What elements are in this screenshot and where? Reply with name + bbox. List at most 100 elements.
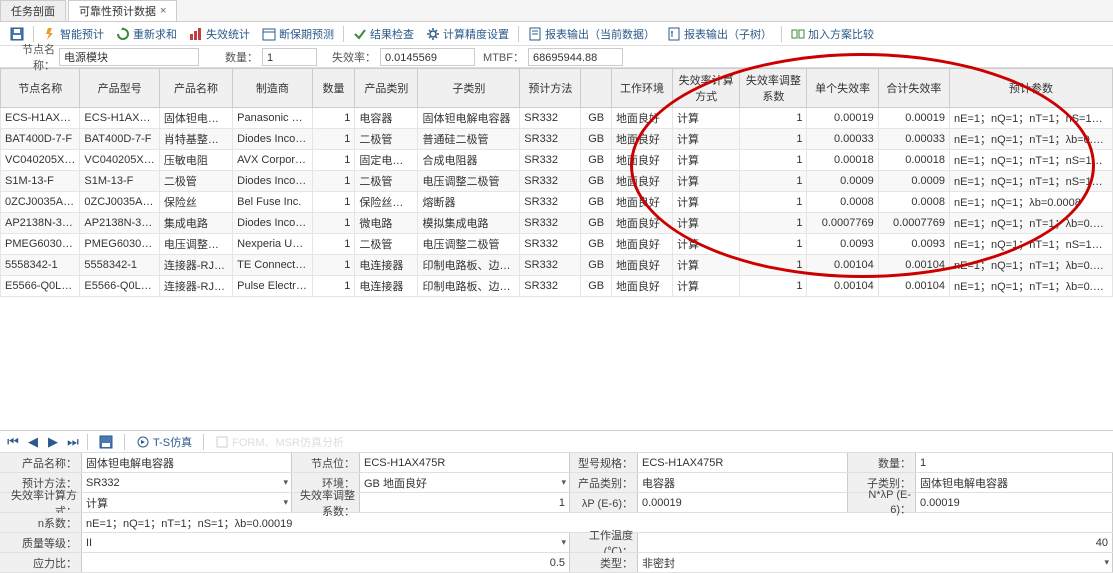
mtbf-value[interactable]: 68695944.88 bbox=[528, 48, 623, 66]
col-header[interactable]: 工作环境 bbox=[611, 69, 672, 108]
table-cell[interactable]: 电压调整二极管 bbox=[159, 234, 232, 255]
breakin-button[interactable]: 断保期预测 bbox=[257, 24, 339, 44]
col-header[interactable] bbox=[581, 69, 612, 108]
table-cell[interactable]: 地面良好 bbox=[611, 234, 672, 255]
col-header[interactable]: 制造商 bbox=[233, 69, 312, 108]
detail-save-button[interactable] bbox=[94, 433, 118, 451]
table-cell[interactable]: 计算 bbox=[673, 108, 740, 129]
table-cell[interactable]: Diodes Incorp… bbox=[233, 213, 312, 234]
table-cell[interactable]: 1 bbox=[740, 192, 807, 213]
table-cell[interactable]: 1 bbox=[740, 234, 807, 255]
table-row[interactable]: PMEG6030EVPXPMEG6030EVPX电压调整二极管Nexperia … bbox=[1, 234, 1113, 255]
table-cell[interactable]: 连接器-RJ45接口 bbox=[159, 255, 232, 276]
table-cell[interactable]: 肖特基整流二… bbox=[159, 129, 232, 150]
table-cell[interactable]: GB bbox=[581, 276, 612, 297]
table-cell[interactable]: 计算 bbox=[673, 150, 740, 171]
table-cell[interactable]: 0.0008 bbox=[878, 192, 949, 213]
table-cell[interactable]: 地面良好 bbox=[611, 213, 672, 234]
table-cell[interactable]: 1 bbox=[740, 108, 807, 129]
table-cell[interactable]: 1 bbox=[312, 234, 355, 255]
table-cell[interactable]: 普通硅二极管 bbox=[418, 129, 520, 150]
table-cell[interactable]: 0.00019 bbox=[807, 108, 878, 129]
nav-prev-button[interactable]: ◀ bbox=[25, 434, 41, 450]
table-cell[interactable]: 保险丝、避雷… bbox=[355, 192, 418, 213]
dqty-value[interactable]: 1 bbox=[916, 453, 1113, 472]
table-cell[interactable]: 地面良好 bbox=[611, 108, 672, 129]
table-cell[interactable]: 合成电阻器 bbox=[418, 150, 520, 171]
table-cell[interactable]: 计算 bbox=[673, 171, 740, 192]
table-cell[interactable]: 地面良好 bbox=[611, 276, 672, 297]
table-cell[interactable]: nE=1；nQ=1；nT=1；nS=1；λ… bbox=[950, 108, 1113, 129]
table-cell[interactable]: VC040205X15… bbox=[1, 150, 80, 171]
table-row[interactable]: S1M-13-FS1M-13-F二极管Diodes Incorp…1二极管电压调… bbox=[1, 171, 1113, 192]
table-cell[interactable]: 地面良好 bbox=[611, 255, 672, 276]
table-cell[interactable]: 计算 bbox=[673, 129, 740, 150]
table-cell[interactable]: ECS-H1AX475R bbox=[1, 108, 80, 129]
col-header[interactable]: 合计失效率 bbox=[878, 69, 949, 108]
table-cell[interactable]: GB bbox=[581, 171, 612, 192]
lp-value[interactable]: 0.00019 bbox=[638, 493, 848, 512]
table-cell[interactable]: E5566-Q0LK22-L bbox=[80, 276, 159, 297]
table-cell[interactable]: 0.00104 bbox=[807, 255, 878, 276]
table-cell[interactable]: GB bbox=[581, 213, 612, 234]
table-cell[interactable]: 集成电路 bbox=[159, 213, 232, 234]
table-cell[interactable]: AP2138N-3.3… bbox=[1, 213, 80, 234]
quality-value[interactable]: II bbox=[82, 533, 570, 552]
nfactor-value[interactable]: nE=1；nQ=1；nT=1；nS=1；λb=0.00019 bbox=[82, 513, 1113, 532]
table-cell[interactable]: PMEG6030EVPX bbox=[80, 234, 159, 255]
reporttree-button[interactable]: 报表输出（子树） bbox=[662, 24, 777, 44]
table-cell[interactable]: GB bbox=[581, 129, 612, 150]
table-cell[interactable]: 0.00104 bbox=[807, 276, 878, 297]
table-cell[interactable]: 1 bbox=[740, 150, 807, 171]
col-header[interactable]: 失效率调整系数 bbox=[740, 69, 807, 108]
table-cell[interactable]: 印制电路板、边连接器 bbox=[418, 276, 520, 297]
table-cell[interactable]: AVX Corporati… bbox=[233, 150, 312, 171]
table-cell[interactable]: 5558342-1 bbox=[1, 255, 80, 276]
table-cell[interactable]: E5566-Q0LK22-L bbox=[1, 276, 80, 297]
table-cell[interactable]: 1 bbox=[312, 276, 355, 297]
table-cell[interactable]: 1 bbox=[740, 213, 807, 234]
table-cell[interactable]: 0.0009 bbox=[807, 171, 878, 192]
table-cell[interactable]: 二极管 bbox=[355, 129, 418, 150]
table-row[interactable]: 5558342-15558342-1连接器-RJ45接口TE Connectiv… bbox=[1, 255, 1113, 276]
table-cell[interactable]: 0.00033 bbox=[807, 129, 878, 150]
table-cell[interactable]: 1 bbox=[312, 108, 355, 129]
table-cell[interactable]: SR332 bbox=[520, 171, 581, 192]
table-cell[interactable]: 电容器 bbox=[355, 108, 418, 129]
col-header[interactable]: 数量 bbox=[312, 69, 355, 108]
table-cell[interactable]: 0.0093 bbox=[878, 234, 949, 255]
table-cell[interactable]: 0.00033 bbox=[878, 129, 949, 150]
table-row[interactable]: VC040205X15…VC040205X15…压敏电阻AVX Corporat… bbox=[1, 150, 1113, 171]
table-cell[interactable]: 固体钽电解电容器 bbox=[418, 108, 520, 129]
table-cell[interactable]: GB bbox=[581, 108, 612, 129]
reportcur-button[interactable]: 报表输出（当前数据） bbox=[523, 24, 660, 44]
table-cell[interactable]: 保险丝 bbox=[159, 192, 232, 213]
table-cell[interactable]: 0.00019 bbox=[878, 108, 949, 129]
table-cell[interactable]: 电压调整二极管 bbox=[418, 171, 520, 192]
table-cell[interactable]: 固定电阻器 bbox=[355, 150, 418, 171]
col-header[interactable]: 产品型号 bbox=[80, 69, 159, 108]
table-cell[interactable]: 1 bbox=[312, 150, 355, 171]
table-cell[interactable]: 固体钽电解电… bbox=[159, 108, 232, 129]
col-header[interactable]: 产品名称 bbox=[159, 69, 232, 108]
col-header[interactable]: 产品类别 bbox=[355, 69, 418, 108]
table-cell[interactable]: Panasonic Ele… bbox=[233, 108, 312, 129]
table-cell[interactable]: 计算 bbox=[673, 255, 740, 276]
table-cell[interactable]: 印制电路板、边连接器 bbox=[418, 255, 520, 276]
col-header[interactable]: 子类别 bbox=[418, 69, 520, 108]
env-value[interactable]: GB 地面良好 bbox=[360, 473, 570, 492]
table-cell[interactable]: SR332 bbox=[520, 213, 581, 234]
table-cell[interactable]: nE=1；nQ=1；nT=1；nS=1；λ… bbox=[950, 150, 1113, 171]
table-cell[interactable]: 二极管 bbox=[355, 171, 418, 192]
table-cell[interactable]: GB bbox=[581, 255, 612, 276]
table-cell[interactable]: 0.0007769 bbox=[807, 213, 878, 234]
table-cell[interactable]: 地面良好 bbox=[611, 150, 672, 171]
nav-first-button[interactable]: ⏮ bbox=[5, 434, 21, 450]
table-cell[interactable]: 计算 bbox=[673, 192, 740, 213]
table-cell[interactable]: SR332 bbox=[520, 129, 581, 150]
table-cell[interactable]: TE Connectivi… bbox=[233, 255, 312, 276]
tab-reliability-data[interactable]: 可靠性预计数据× bbox=[68, 0, 177, 21]
table-row[interactable]: BAT400D-7-FBAT400D-7-F肖特基整流二…Diodes Inco… bbox=[1, 129, 1113, 150]
nav-next-button[interactable]: ▶ bbox=[45, 434, 61, 450]
table-cell[interactable]: VC040205X15… bbox=[80, 150, 159, 171]
